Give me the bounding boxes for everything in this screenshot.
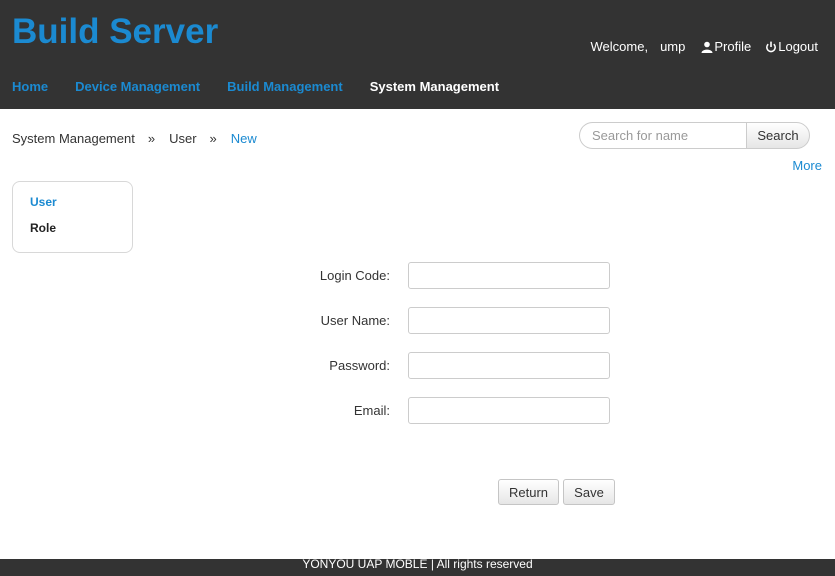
- breadcrumb-separator: »: [209, 131, 217, 146]
- save-button[interactable]: Save: [563, 479, 615, 505]
- nav-home[interactable]: Home: [12, 79, 48, 94]
- main-nav: Home Device Management Build Management …: [12, 79, 526, 94]
- footer: YONYOU UAP MOBLE | All rights reserved: [0, 557, 835, 576]
- nav-system-management[interactable]: System Management: [370, 79, 499, 94]
- profile-link[interactable]: Profile: [701, 39, 751, 54]
- sidebar-item-user[interactable]: User: [30, 195, 132, 221]
- welcome-text: Welcome,: [590, 39, 649, 54]
- email-input[interactable]: [408, 397, 610, 424]
- user-name-input[interactable]: [408, 307, 610, 334]
- app-title: Build Server: [12, 12, 219, 51]
- nav-build-management[interactable]: Build Management: [227, 79, 343, 94]
- footer-text: YONYOU UAP MOBLE | All rights reserved: [302, 557, 533, 571]
- user-bar: Welcome, ump Profile Logout: [591, 39, 818, 54]
- nav-device-management[interactable]: Device Management: [75, 79, 200, 94]
- user-icon: [701, 41, 713, 53]
- breadcrumb-system-management[interactable]: System Management: [12, 131, 135, 146]
- breadcrumb: System Management » User » New: [12, 131, 257, 146]
- password-input[interactable]: [408, 352, 610, 379]
- breadcrumb-new: New: [230, 131, 257, 146]
- email-label: Email:: [353, 403, 390, 418]
- breadcrumb-separator: »: [147, 131, 156, 146]
- user-name-label: User Name:: [320, 313, 390, 328]
- more-link[interactable]: More: [792, 158, 822, 173]
- power-icon: [766, 41, 777, 52]
- sidebar: User Role: [12, 181, 133, 253]
- breadcrumb-user[interactable]: User: [169, 131, 196, 146]
- search-input[interactable]: [579, 122, 746, 149]
- search-box: Search: [579, 122, 810, 149]
- password-label: Password:: [329, 358, 390, 373]
- logout-label: Logout: [778, 39, 818, 54]
- login-code-label: Login Code:: [319, 268, 390, 283]
- profile-label: Profile: [714, 39, 752, 54]
- return-button[interactable]: Return: [498, 479, 559, 505]
- login-code-input[interactable]: [408, 262, 610, 289]
- logout-link[interactable]: Logout: [765, 39, 818, 54]
- top-header: Build Server Welcome, ump Profile Logout…: [0, 0, 835, 109]
- sidebar-item-role[interactable]: Role: [30, 221, 132, 247]
- username: ump: [660, 39, 686, 54]
- search-button[interactable]: Search: [746, 122, 810, 149]
